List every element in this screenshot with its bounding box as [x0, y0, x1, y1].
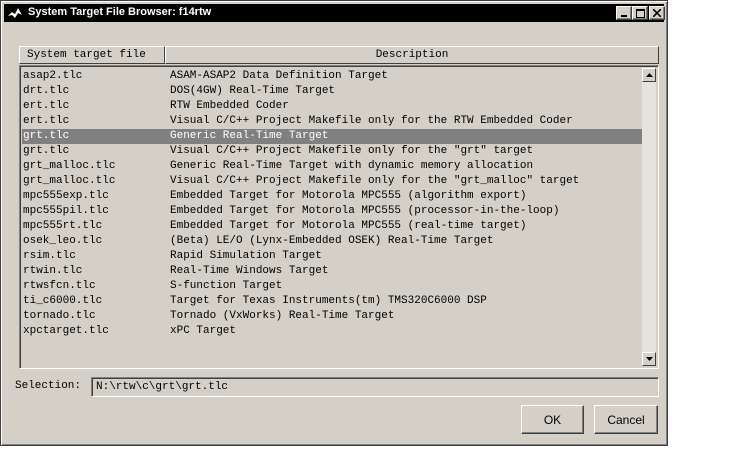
list-row[interactable]: grt_malloc.tlc Visual C/C++ Project Makef…: [22, 174, 642, 189]
row-description: Tornado (VxWorks) Real-Time Target: [170, 310, 395, 322]
close-icon: [653, 9, 661, 17]
row-description: RTW Embedded Coder: [170, 100, 289, 112]
minimize-icon: [621, 15, 627, 17]
row-file-name: xpctarget.tlc: [23, 325, 109, 337]
row-description: Embedded Target for Motorola MPC555 (rea…: [170, 220, 527, 232]
row-description: Visual C/C++ Project Makefile only for t…: [170, 115, 573, 127]
title-bar[interactable]: System Target File Browser: f14rtw: [4, 4, 665, 22]
list-row[interactable]: tornado.tlc Tornado (VxWorks) Real-Time T…: [22, 309, 642, 324]
row-file-name: rtwin.tlc: [23, 265, 83, 277]
scroll-up-button[interactable]: [642, 68, 656, 82]
close-button[interactable]: [649, 6, 665, 20]
list-row[interactable]: asap2.tlc ASAM-ASAP2 Data Definition Targ…: [22, 69, 642, 84]
list-header: System target file Description: [19, 46, 659, 64]
minimize-button[interactable]: [616, 6, 632, 20]
row-file-name: mpc555rt.tlc: [23, 220, 103, 232]
row-description: Embedded Target for Motorola MPC555 (alg…: [170, 190, 527, 202]
list-row[interactable]: osek_leo.tlc (Beta) LE/O (Lynx-Embedded O…: [22, 234, 642, 249]
row-description: DOS(4GW) Real-Time Target: [170, 85, 336, 97]
list-row[interactable]: grt_malloc.tlc Generic Real-Time Target w…: [22, 159, 642, 174]
row-file-name: asap2.tlc: [23, 70, 83, 82]
row-description: ASAM-ASAP2 Data Definition Target: [170, 70, 388, 82]
target-file-list[interactable]: asap2.tlc ASAM-ASAP2 Data Definition Targ…: [19, 65, 659, 369]
row-file-name: drt.tlc: [23, 85, 70, 97]
row-file-name: grt.tlc: [23, 130, 70, 142]
row-file-name: ert.tlc: [23, 115, 70, 127]
row-file-name: grt_malloc.tlc: [23, 160, 116, 172]
row-description: (Beta) LE/O (Lynx-Embedded OSEK) Real-Ti…: [170, 235, 494, 247]
maximize-button[interactable]: [632, 6, 648, 20]
ok-button[interactable]: OK: [521, 405, 584, 434]
list-row[interactable]: xpctarget.tlc xPC Target: [22, 324, 642, 339]
scroll-down-button[interactable]: [642, 352, 656, 366]
list-row[interactable]: ert.tlc RTW Embedded Coder: [22, 99, 642, 114]
row-description: Visual C/C++ Project Makefile only for t…: [170, 145, 534, 157]
column-header-description[interactable]: Description: [165, 46, 659, 64]
selection-label: Selection:: [15, 380, 82, 392]
arrow-down-icon: [645, 357, 653, 361]
row-file-name: mpc555pil.tlc: [23, 205, 109, 217]
list-row[interactable]: grt.tlc Visual C/C++ Project Makefile onl…: [22, 144, 642, 159]
row-file-name: mpc555exp.tlc: [23, 190, 109, 202]
cancel-button[interactable]: Cancel: [594, 405, 658, 434]
row-description: xPC Target: [170, 325, 237, 337]
list-row[interactable]: rsim.tlc Rapid Simulation Target: [22, 249, 642, 264]
row-file-name: osek_leo.tlc: [23, 235, 103, 247]
list-row[interactable]: grt.tlc Generic Real-Time Target: [22, 129, 642, 144]
row-file-name: tornado.tlc: [23, 310, 96, 322]
row-file-name: rsim.tlc: [23, 250, 76, 262]
window-title: System Target File Browser: f14rtw: [28, 6, 212, 18]
row-file-name: grt.tlc: [23, 145, 70, 157]
row-file-name: rtwsfcn.tlc: [23, 280, 96, 292]
vertical-scrollbar[interactable]: [642, 68, 656, 366]
row-description: S-function Target: [170, 280, 283, 292]
list-row[interactable]: ert.tlc Visual C/C++ Project Makefile onl…: [22, 114, 642, 129]
row-description: Generic Real-Time Target: [170, 130, 329, 142]
row-file-name: grt_malloc.tlc: [23, 175, 116, 187]
row-description: Target for Texas Instruments(tm) TMS320C…: [170, 295, 487, 307]
row-description: Visual C/C++ Project Makefile only for t…: [170, 175, 580, 187]
row-file-name: ti_c6000.tlc: [23, 295, 103, 307]
target-browser-window: System Target File Browser: f14rtw Syste…: [0, 0, 668, 446]
row-description: Embedded Target for Motorola MPC555 (pro…: [170, 205, 560, 217]
list-row[interactable]: mpc555exp.tlc Embedded Target for Motorol…: [22, 189, 642, 204]
list-row[interactable]: rtwsfcn.tlc S-function Target: [22, 279, 642, 294]
target-file-rows: asap2.tlc ASAM-ASAP2 Data Definition Targ…: [22, 69, 642, 339]
list-row[interactable]: mpc555rt.tlc Embedded Target for Motorola…: [22, 219, 642, 234]
selection-field[interactable]: N:\rtw\c\grt\grt.tlc: [91, 377, 659, 397]
list-row[interactable]: drt.tlc DOS(4GW) Real-Time Target: [22, 84, 642, 99]
list-row[interactable]: mpc555pil.tlc Embedded Target for Motorol…: [22, 204, 642, 219]
column-header-file[interactable]: System target file: [19, 46, 165, 64]
maximize-icon: [635, 8, 645, 18]
list-row[interactable]: ti_c6000.tlc Target for Texas Instruments…: [22, 294, 642, 309]
row-description: Rapid Simulation Target: [170, 250, 322, 262]
list-row[interactable]: rtwin.tlc Real-Time Windows Target: [22, 264, 642, 279]
row-file-name: ert.tlc: [23, 100, 70, 112]
row-description: Generic Real-Time Target with dynamic me…: [170, 160, 534, 172]
arrow-up-icon: [645, 73, 653, 77]
matlab-app-icon: [8, 8, 22, 18]
row-description: Real-Time Windows Target: [170, 265, 329, 277]
